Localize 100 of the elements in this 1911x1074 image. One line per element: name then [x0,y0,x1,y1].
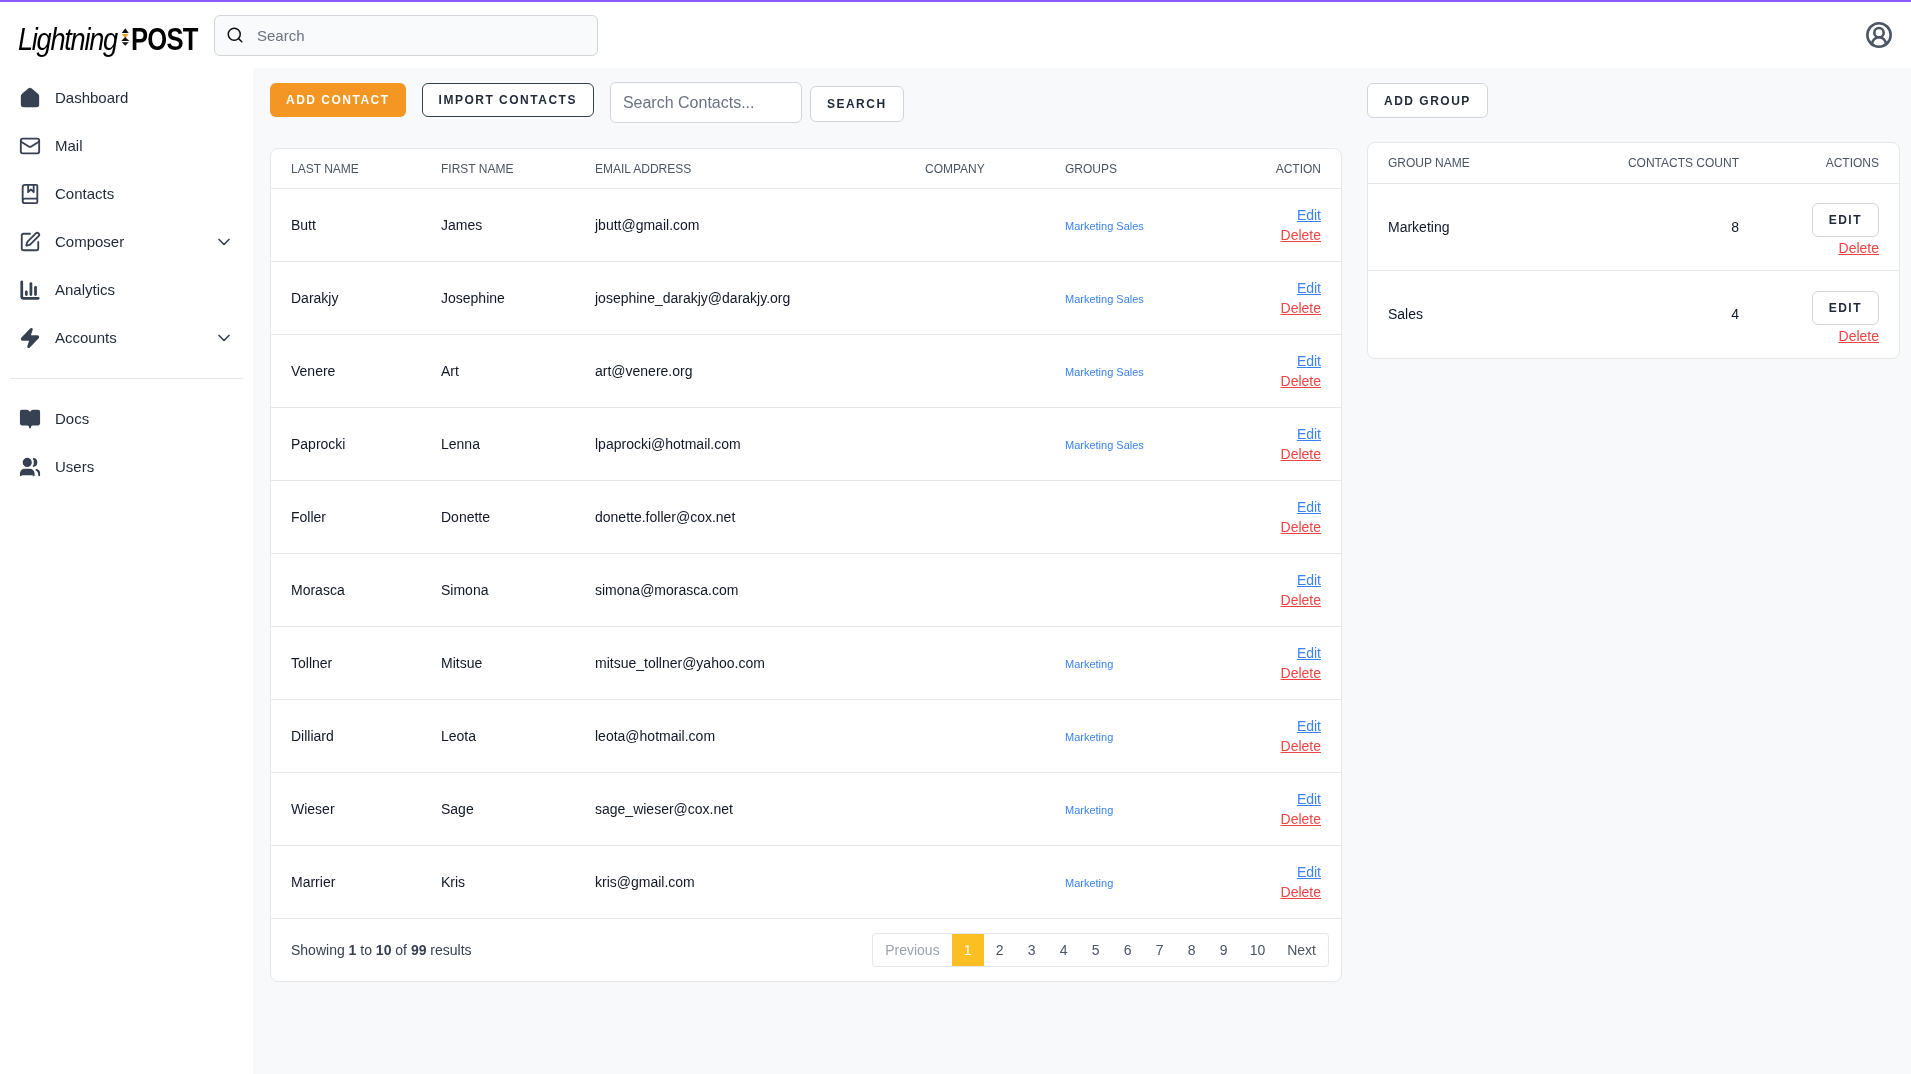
groups-link[interactable]: Marketing Sales [1065,438,1144,451]
delete-link[interactable]: Delete [1838,239,1879,257]
edit-link[interactable]: Edit [1296,717,1321,735]
table-cell-text: Simona [441,580,490,600]
edit-link[interactable]: Edit [1296,425,1321,443]
delete-link[interactable]: Delete [1280,518,1321,536]
edit-link[interactable]: Edit [1296,863,1321,881]
pencil-square-icon [19,231,41,253]
next-button[interactable]: Next [1275,934,1328,966]
table-cell-text: donette.foller@cox.net [595,507,737,527]
column-header: GROUP NAME [1388,155,1471,172]
groups-link[interactable]: Marketing [1065,657,1114,670]
delete-link[interactable]: Delete [1280,445,1321,463]
delete-link[interactable]: Delete [1280,299,1321,317]
page-button[interactable]: 5 [1079,934,1112,966]
groups-link[interactable]: Marketing [1065,803,1114,816]
sidebar-item[interactable]: Contacts [10,170,243,218]
table-cell-text: Venere [291,361,337,381]
table-cell-text: Butt [291,215,317,235]
column-header: ACTION [1275,160,1321,178]
delete-link[interactable]: Delete [1280,591,1321,609]
delete-link[interactable]: Delete [1280,883,1321,901]
table-cell-text: Marrier [291,872,337,892]
table-cell-text: Sage [441,799,475,819]
logo-text: Lightning [18,23,117,55]
search-button[interactable]: SEARCH [809,86,904,122]
add-contact-button[interactable]: ADD CONTACT [270,83,406,117]
page-button[interactable]: 2 [983,934,1016,966]
envelope-icon [19,135,41,157]
page-button[interactable]: 9 [1207,934,1240,966]
column-header: COMPANY [925,160,986,178]
column-header: ACTIONS [1825,155,1879,172]
groups-link[interactable]: Marketing Sales [1065,365,1144,378]
page-button[interactable]: 6 [1111,934,1144,966]
search-field[interactable]: Search [214,14,598,56]
groups-link[interactable]: Marketing [1065,876,1114,889]
delete-link[interactable]: Delete [1280,372,1321,390]
table-cell-text: jbutt@gmail.com [595,215,701,235]
sidebar-item[interactable]: Accounts [10,314,243,362]
sidebar-item[interactable]: Analytics [10,266,243,314]
page-button[interactable]: 8 [1175,934,1208,966]
delete-link[interactable]: Delete [1838,326,1879,345]
edit-button[interactable]: EDIT [1811,203,1879,237]
table-cell-text: Kris [441,872,467,892]
table-cell-text: leota@hotmail.com [595,726,717,746]
sidebar-item[interactable]: Docs [10,395,243,443]
table-cell-text: Dilliard [291,726,335,746]
table-cell-text: lpaprocki@hotmail.com [595,434,742,454]
groups-link[interactable]: Marketing [1065,730,1114,743]
page-button[interactable]: 4 [1047,934,1080,966]
table-cell-text: James [441,215,484,235]
table-cell-text: simona@morasca.com [595,580,740,600]
table-cell-text: 8 [1731,217,1739,237]
search-contacts-field[interactable]: Search Contacts... [609,82,802,123]
import-contacts-button[interactable]: IMPORT CONTACTS [421,83,594,117]
table-cell-text: Paprocki [291,434,347,454]
table-cell-text: Sales [1388,305,1425,324]
add-group-button[interactable]: ADD GROUP [1367,83,1488,118]
edit-link[interactable]: Edit [1296,790,1321,808]
edit-link[interactable]: Edit [1296,279,1321,297]
groups-link[interactable]: Marketing Sales [1065,292,1144,305]
edit-link[interactable]: Edit [1296,498,1321,516]
page-button[interactable]: 7 [1143,934,1176,966]
table-cell-text: Art [441,361,460,381]
edit-link[interactable]: Edit [1296,571,1321,589]
book-icon [19,183,41,205]
column-header: EMAIL ADDRESS [595,160,693,178]
column-header: CONTACTS COUNT [1627,155,1739,172]
avatar-icon[interactable] [1865,21,1893,49]
delete-link[interactable]: Delete [1280,226,1321,244]
page-button[interactable]: 3 [1015,934,1048,966]
table-cell-text: art@venere.org [595,361,694,381]
sidebar-item[interactable]: Mail [10,122,243,170]
table-cell-text: Foller [291,507,327,527]
table-cell-text: Donette [441,507,492,527]
lightning-icon [19,327,41,349]
table-cell-text: Mitsue [441,653,484,673]
logo-text: POST [130,23,198,55]
table-cell-text: Darakjy [291,288,340,308]
open-book-icon [19,408,41,430]
edit-link[interactable]: Edit [1296,644,1321,662]
table-cell-text: kris@gmail.com [595,872,696,892]
column-header: FIRST NAME [441,160,515,178]
edit-button[interactable]: EDIT [1811,290,1879,325]
results-summary: Showing 1 to 10 of 99 results [291,940,473,960]
delete-link[interactable]: Delete [1280,737,1321,755]
sidebar-item[interactable]: Composer [10,218,243,266]
table-cell-text: Josephine [441,288,506,308]
table-cell-text: mitsue_tollner@yahoo.com [595,653,766,673]
table-cell-text: Marketing [1388,217,1451,237]
edit-link[interactable]: Edit [1296,206,1321,224]
groups-link[interactable]: Marketing Sales [1065,219,1144,232]
delete-link[interactable]: Delete [1280,664,1321,682]
page-button[interactable]: 10 [1239,934,1276,966]
delete-link[interactable]: Delete [1280,810,1321,828]
house-icon [19,87,41,109]
table-cell-text: 4 [1731,305,1739,324]
edit-link[interactable]: Edit [1296,352,1321,370]
sidebar-item[interactable]: Users [10,443,243,491]
sidebar-item[interactable]: Dashboard [10,74,243,122]
